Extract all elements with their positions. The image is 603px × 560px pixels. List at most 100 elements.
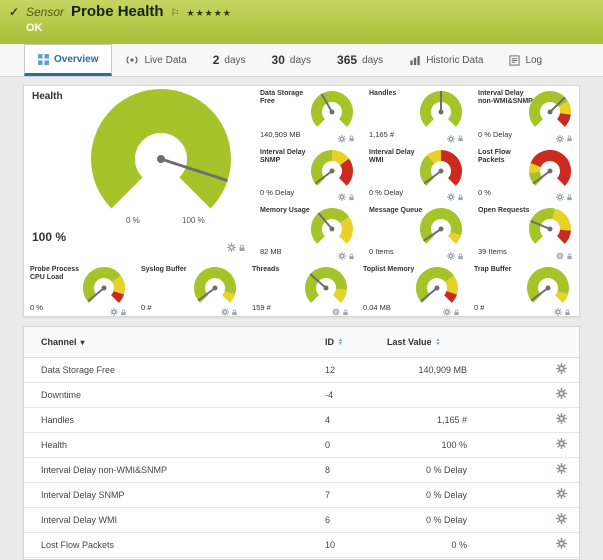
table-row-interval-delay-non-wmi-snmp[interactable]: Interval Delay non-WMI&SNMP80 % Delay <box>24 457 579 482</box>
column-header-last-value[interactable]: Last Value ▲▼ <box>381 327 473 357</box>
tab-2-days[interactable]: 2days <box>200 44 259 76</box>
gauge-toplist-memory: Toplist Memory0.04 MB <box>357 262 468 318</box>
column-header-id[interactable]: ID▲▼ <box>319 327 381 357</box>
priority-stars[interactable]: ★★★★★ <box>187 8 232 19</box>
cell-id: 8 <box>319 457 381 482</box>
table-row-interval-delay-snmp[interactable]: Interval Delay SNMP70 % Delay <box>24 482 579 507</box>
cell-last-value: 0 % Delay <box>381 457 473 482</box>
table-row-downtime[interactable]: Downtime-4 <box>24 382 579 407</box>
tab-live-data[interactable]: Live Data <box>112 44 199 76</box>
cell-actions <box>473 507 579 532</box>
gear-icon[interactable] <box>332 308 340 316</box>
column-label: Last Value <box>387 337 432 347</box>
gear-icon[interactable] <box>221 308 229 316</box>
cell-id: -4 <box>319 382 381 407</box>
table-row-data-storage-free[interactable]: Data Storage Free12140,909 MB <box>24 357 579 382</box>
tab-overview[interactable]: Overview <box>24 44 112 76</box>
lock-icon <box>238 244 246 252</box>
table-row-lost-flow-packets[interactable]: Lost Flow Packets100 % <box>24 532 579 557</box>
gauge-actions <box>554 308 571 316</box>
gauge-title: Threads <box>252 266 310 274</box>
gear-icon[interactable] <box>556 252 564 260</box>
gear-icon[interactable] <box>556 193 564 201</box>
tab-365-days[interactable]: 365 days <box>324 44 396 76</box>
gauges-panel: Health 0 % 100 % 100 % Data Storage Free… <box>23 85 580 317</box>
gauge-value: 0 % <box>30 303 43 312</box>
column-header-channel[interactable]: Channel▾ <box>24 327 319 357</box>
gauge-value: 0 Items <box>369 247 394 256</box>
cell-channel: Interval Delay non-WMI&SNMP <box>24 457 319 482</box>
tab-30-days[interactable]: 30days <box>259 44 324 76</box>
gear-icon[interactable] <box>338 252 346 260</box>
gear-icon[interactable] <box>447 135 455 143</box>
gauge-value: 0 # <box>474 303 484 312</box>
gear-icon[interactable] <box>554 308 562 316</box>
table-row-handles[interactable]: Handles41,165 # <box>24 407 579 432</box>
column-label: Channel <box>41 337 77 347</box>
gauge-dial <box>418 206 464 252</box>
prtg-sensor-page: ✓ Sensor Probe Health ⚐ ★★★★★ OK Overvie… <box>0 0 603 560</box>
tab-label: days <box>362 55 383 66</box>
overview-icon <box>38 54 49 65</box>
settings-gear-icon[interactable] <box>556 388 567 399</box>
settings-gear-icon[interactable] <box>556 488 567 499</box>
gear-icon[interactable] <box>338 135 346 143</box>
gauge-dial <box>192 265 238 311</box>
gear-icon[interactable] <box>556 135 564 143</box>
lock-icon <box>564 309 571 316</box>
historic-data-icon <box>409 55 421 66</box>
settings-gear-icon[interactable] <box>556 413 567 424</box>
sensor-kind-label: Sensor <box>26 5 64 19</box>
gear-icon[interactable] <box>447 252 455 260</box>
gauge-dial <box>414 265 460 311</box>
cell-channel: Lost Flow Packets <box>24 532 319 557</box>
tab-log[interactable]: Log <box>496 44 555 76</box>
settings-gear-icon[interactable] <box>556 463 567 474</box>
table-row-health[interactable]: Health0100 % <box>24 432 579 457</box>
settings-gear-icon[interactable] <box>556 538 567 549</box>
gauge-syslog-buffer: Syslog Buffer0 # <box>135 262 246 318</box>
gear-icon[interactable] <box>110 308 118 316</box>
status-badge: OK <box>26 22 232 34</box>
gauge-actions <box>443 308 460 316</box>
lock-icon <box>348 194 355 201</box>
gauge-title: Health <box>32 91 63 102</box>
gauge-value: 0 % Delay <box>260 188 294 197</box>
gear-icon[interactable] <box>338 193 346 201</box>
cell-last-value: 1,165 # <box>381 407 473 432</box>
tab-label: Overview <box>54 54 98 65</box>
settings-gear-icon[interactable] <box>556 363 567 374</box>
gear-icon[interactable] <box>443 308 451 316</box>
column-label: ID <box>325 337 334 347</box>
gauge-dial <box>525 265 571 311</box>
page-title: Probe Health <box>71 3 164 20</box>
gear-icon[interactable] <box>227 243 236 252</box>
gauge-value: 100 % <box>32 230 66 244</box>
gauge-data-storage-free: Data Storage Free140,909 MB <box>254 86 363 145</box>
settings-gear-icon[interactable] <box>556 513 567 524</box>
table-header-row: Channel▾ ID▲▼ Last Value ▲▼ <box>24 327 579 357</box>
gauge-value: 0.04 MB <box>363 303 391 312</box>
cell-actions <box>473 432 579 457</box>
table-row-interval-delay-wmi[interactable]: Interval Delay WMI60 % Delay <box>24 507 579 532</box>
gauge-actions <box>110 308 127 316</box>
settings-gear-icon[interactable] <box>556 438 567 449</box>
gauge-memory-usage: Memory Usage82 MB <box>254 203 363 262</box>
sort-icon: ▲▼ <box>436 338 441 346</box>
tab-number: 365 <box>337 53 357 67</box>
tab-label: days <box>224 55 245 66</box>
channel-table-panel: Channel▾ ID▲▼ Last Value ▲▼ Data Storage … <box>23 326 580 560</box>
gear-icon[interactable] <box>447 193 455 201</box>
gauge-interval-delay-wmi: Interval Delay WMI0 % Delay <box>363 145 472 204</box>
cell-channel: Health <box>24 432 319 457</box>
flag-icon[interactable]: ⚐ <box>171 8 180 19</box>
tab-historic-data[interactable]: Historic Data <box>396 44 496 76</box>
cell-id: 7 <box>319 482 381 507</box>
cell-last-value: 0 % Delay <box>381 507 473 532</box>
gauge-actions <box>556 193 573 201</box>
gauge-value: 0 % <box>478 188 491 197</box>
cell-actions <box>473 532 579 557</box>
tab-number: 30 <box>272 53 285 67</box>
gauge-dial <box>309 148 355 194</box>
tab-bar: OverviewLive Data2days30days365daysHisto… <box>0 44 603 77</box>
